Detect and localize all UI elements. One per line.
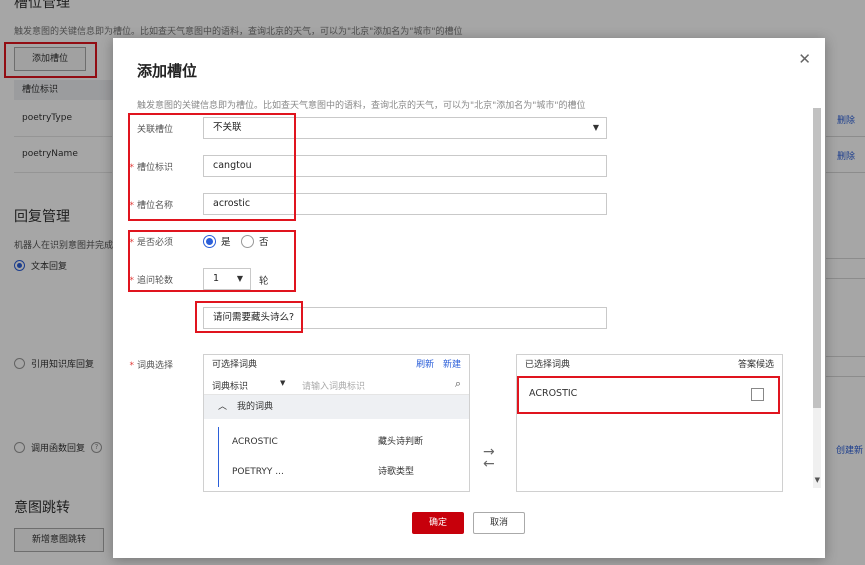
available-dictionary-panel: 可选择词典 刷新 新建 词典标识 ▼ 请输入词典标识 ⌕ ︿ 我的词典 ACROS… — [203, 354, 470, 492]
dictionary-filter-select[interactable]: 词典标识 — [212, 379, 248, 392]
new-dictionary-link[interactable]: 新建 — [443, 360, 461, 370]
chevron-down-icon: ▼ — [592, 123, 599, 132]
required-yes-label: 是 — [221, 237, 231, 248]
associated-slot-select[interactable]: 不关联 ▼ — [203, 117, 607, 139]
required-no-radio[interactable]: 否 — [241, 234, 269, 248]
scroll-down-icon[interactable]: ▼ — [815, 476, 820, 484]
slot-id-input[interactable]: cangtou — [203, 155, 607, 177]
my-dictionary-group[interactable]: ︿ 我的词典 — [204, 395, 469, 419]
dictionary-item-acrostic[interactable]: ACROSTIC 藏头诗判断 — [204, 427, 469, 457]
ask-rounds-label: * 追问轮数 — [129, 276, 173, 286]
dictionary-search-input[interactable]: 请输入词典标识 — [302, 379, 365, 392]
dialog-description: 触发意图的关键信息即为槽位。比如查天气意图中的语料，查询北京的天气，可以为"北京… — [137, 101, 586, 111]
dictionary-label: * 词典选择 — [129, 361, 173, 371]
selected-dictionary-panel: 已选择词典 答案候选 ACROSTIC — [516, 354, 783, 492]
chevron-down-icon: ▼ — [236, 274, 243, 283]
refresh-link[interactable]: 刷新 — [416, 360, 434, 370]
slot-name-label: * 槽位名称 — [129, 201, 173, 211]
transfer-arrows-icon[interactable]: → ← — [483, 445, 495, 471]
selected-dictionary-item: ACROSTIC — [529, 388, 578, 399]
associated-slot-value: 不关联 — [213, 122, 242, 133]
answer-candidate-checkbox[interactable] — [751, 388, 764, 401]
tree-line — [218, 457, 219, 487]
dictionary-item-desc: 诗歌类型 — [378, 467, 415, 477]
associated-slot-label: 关联槽位 — [136, 125, 173, 135]
dictionary-item-desc: 藏头诗判断 — [378, 437, 424, 447]
slot-id-label: * 槽位标识 — [129, 163, 173, 173]
confirm-button[interactable]: 确定 — [412, 512, 464, 534]
scroll-thumb[interactable] — [813, 108, 821, 408]
chevron-down-icon[interactable]: ▼ — [280, 379, 285, 387]
tree-line — [218, 427, 219, 457]
dictionary-item-poetry[interactable]: POETRYY ... 诗歌类型 — [204, 457, 469, 487]
ask-rounds-select[interactable]: 1 ▼ — [203, 268, 251, 290]
required-label: * 是否必须 — [129, 238, 173, 248]
radio-icon — [241, 234, 254, 248]
add-slot-dialog: 添加槽位 ✕ 触发意图的关键信息即为槽位。比如查天气意图中的语料，查询北京的天气… — [113, 38, 825, 558]
cancel-button[interactable]: 取消 — [473, 512, 525, 534]
search-icon[interactable]: ⌕ — [455, 377, 461, 391]
dictionary-item-id: POETRYY ... — [232, 467, 284, 477]
answer-candidate-label: 答案候选 — [737, 360, 774, 370]
scrollbar[interactable] — [813, 108, 821, 488]
ask-rounds-unit: 轮 — [259, 276, 269, 287]
available-dictionary-header: 可选择词典 刷新 新建 — [204, 355, 469, 375]
dialog-title: 添加槽位 — [137, 62, 198, 80]
dictionary-search-row: 词典标识 ▼ 请输入词典标识 ⌕ — [204, 375, 469, 395]
selected-dictionary-title: 已选择词典 — [525, 360, 571, 370]
selected-dictionary-header: 已选择词典 答案候选 — [517, 355, 782, 375]
required-no-label: 否 — [259, 237, 269, 248]
prompt-input[interactable]: 请问需要藏头诗么? — [203, 307, 607, 329]
chevron-up-icon: ︿ — [218, 402, 228, 412]
radio-checked-icon — [203, 234, 216, 248]
slot-name-input[interactable]: acrostic — [203, 193, 607, 215]
group-label: 我的词典 — [237, 402, 274, 412]
dictionary-item-id: ACROSTIC — [232, 437, 278, 447]
available-dictionary-title: 可选择词典 — [212, 360, 258, 370]
close-icon[interactable]: ✕ — [798, 50, 811, 68]
ask-rounds-value: 1 — [213, 273, 220, 284]
required-yes-radio[interactable]: 是 — [203, 234, 231, 248]
